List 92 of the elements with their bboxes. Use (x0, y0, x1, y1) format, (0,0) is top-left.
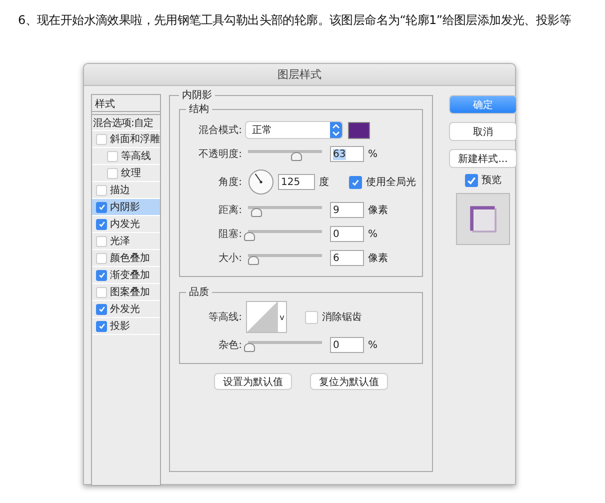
group-title: 结构 (188, 102, 210, 116)
color-swatch[interactable] (348, 122, 370, 138)
check-icon (466, 174, 476, 186)
checkbox[interactable] (96, 286, 107, 298)
checkbox[interactable] (96, 270, 107, 280)
new-style-button[interactable]: 新建样式... (450, 150, 516, 167)
style-item[interactable]: 渐变叠加 (92, 267, 160, 284)
field-label: 不透明度: (198, 148, 242, 161)
check-icon (98, 220, 106, 228)
field-label: 杂色: (218, 338, 242, 352)
style-label: 斜面和浮雕 (110, 132, 160, 146)
blend-mode-select[interactable]: 正常 (246, 122, 342, 138)
style-item[interactable]: 内阴影 (92, 199, 160, 216)
window-title: 图层样式 (278, 67, 322, 82)
checkbox[interactable] (96, 202, 107, 212)
group-title: 品质 (188, 286, 210, 299)
list-header: 样式 (92, 95, 160, 112)
field-label: 混合模式: (198, 124, 242, 137)
default-button[interactable]: 复位为默认值 (311, 374, 387, 389)
contour-picker[interactable]: v (246, 301, 287, 333)
stepper-icon (330, 122, 342, 138)
slider-thumb[interactable] (290, 152, 302, 160)
section-title: 内阴影 (181, 88, 213, 102)
unit-label: 像素 (368, 204, 389, 217)
style-item[interactable]: 图案叠加 (92, 284, 160, 301)
field-label: 等高线: (208, 310, 242, 324)
checkbox[interactable] (107, 150, 118, 162)
default-button[interactable]: 设置为默认值 (215, 374, 291, 389)
unit-label: % (368, 148, 379, 160)
input-field[interactable]: 0 (330, 337, 364, 353)
style-item[interactable]: 投影 (92, 318, 160, 335)
checkbox[interactable] (96, 184, 107, 196)
style-label: 渐变叠加 (110, 268, 150, 282)
contour-curve-icon (247, 302, 277, 332)
checkbox-label: 使用全局光 (366, 176, 416, 189)
check-icon (351, 178, 360, 186)
cancel-button[interactable]: 取消 (450, 123, 516, 140)
input-field[interactable]: 9 (330, 202, 364, 218)
style-item[interactable]: 颜色叠加 (92, 250, 160, 267)
slider-thumb[interactable] (244, 232, 255, 240)
style-label: 纹理 (121, 167, 141, 180)
unit-label: % (368, 228, 379, 240)
input-field[interactable]: 125 (278, 174, 315, 190)
caret-label: v (277, 302, 286, 332)
checkbox[interactable] (107, 168, 118, 178)
square-preview-icon (469, 205, 497, 233)
checkbox[interactable] (96, 304, 107, 314)
style-label: 图案叠加 (110, 286, 150, 299)
instruction-text: 6、现在开始水滴效果啦，先用钢笔工具勾勒出头部的轮廓。该图层命名为“轮廓1”给图层添加发光、投影等 (17, 12, 572, 29)
style-label: 光泽 (110, 234, 130, 248)
checkbox[interactable] (349, 176, 362, 188)
checkbox[interactable] (464, 174, 478, 186)
style-item[interactable]: 纹理 (92, 165, 160, 182)
slider-thumb[interactable] (250, 208, 262, 216)
field-label: 距离: (218, 204, 242, 217)
style-label: 描边 (110, 184, 130, 197)
style-item[interactable]: 斜面和浮雕 (92, 131, 160, 148)
style-label: 内发光 (110, 218, 140, 231)
input-field[interactable]: 63 (330, 146, 364, 162)
style-label: 外发光 (110, 302, 140, 316)
style-item[interactable]: 等高线 (92, 148, 160, 165)
style-item[interactable]: 外发光 (92, 301, 160, 318)
input-field[interactable]: 0 (330, 226, 364, 242)
checkbox[interactable] (96, 252, 107, 264)
check-icon (98, 203, 106, 211)
input-field[interactable]: 6 (330, 250, 364, 266)
slider-thumb[interactable] (244, 342, 255, 352)
checkbox[interactable] (96, 218, 107, 230)
checkbox[interactable] (96, 236, 107, 246)
check-icon (98, 271, 106, 279)
checkbox[interactable] (96, 134, 107, 144)
checkbox-label: 预览 (482, 174, 502, 187)
checkbox[interactable] (305, 310, 318, 324)
style-item[interactable]: 光泽 (92, 233, 160, 250)
field-label: 角度: (218, 176, 242, 189)
style-label: 颜色叠加 (110, 252, 150, 265)
field-label: 大小: (218, 252, 242, 265)
style-item[interactable]: 混合选项:自定 (92, 114, 160, 131)
style-label: 投影 (110, 320, 130, 333)
unit-label: 度 (319, 176, 330, 189)
checkbox-label: 消除锯齿 (322, 310, 362, 324)
field-label: 阻塞: (218, 228, 242, 241)
check-icon (98, 322, 106, 330)
checkbox[interactable] (96, 320, 107, 332)
style-item[interactable]: 内发光 (92, 216, 160, 233)
angle-dial[interactable] (248, 169, 274, 195)
style-label: 等高线 (121, 150, 151, 163)
check-icon (98, 305, 106, 313)
unit-label: 像素 (368, 252, 389, 265)
style-label: 内阴影 (110, 200, 140, 214)
unit-label: % (368, 340, 379, 350)
slider-thumb[interactable] (248, 256, 260, 264)
